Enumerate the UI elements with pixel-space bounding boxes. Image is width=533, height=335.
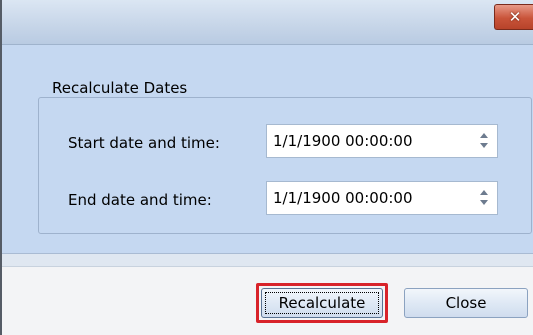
start-date-value[interactable]: 1/1/1900 00:00:00 bbox=[273, 132, 413, 150]
start-date-spinbox[interactable]: 1/1/1900 00:00:00 bbox=[266, 124, 498, 158]
close-button[interactable]: Close bbox=[404, 288, 528, 318]
window-close-button[interactable]: ✕ bbox=[494, 4, 533, 30]
chevron-down-icon[interactable] bbox=[480, 200, 488, 205]
chevron-up-icon[interactable] bbox=[480, 190, 488, 195]
start-date-spin-buttons[interactable] bbox=[477, 130, 491, 152]
end-date-label: End date and time: bbox=[68, 191, 212, 209]
chevron-down-icon[interactable] bbox=[480, 143, 488, 148]
recalculate-button[interactable]: Recalculate bbox=[261, 288, 383, 318]
end-date-value[interactable]: 1/1/1900 00:00:00 bbox=[273, 189, 413, 207]
start-date-label: Start date and time: bbox=[68, 134, 220, 152]
recalculate-dates-dialog: ✕ Recalculate Dates Start date and time:… bbox=[0, 0, 533, 335]
footer-divider-band bbox=[2, 254, 533, 266]
title-bar: ✕ bbox=[2, 0, 533, 45]
end-date-spinbox[interactable]: 1/1/1900 00:00:00 bbox=[266, 181, 498, 215]
chevron-up-icon[interactable] bbox=[480, 133, 488, 138]
close-button-label: Close bbox=[445, 294, 487, 312]
focus-rectangle bbox=[265, 292, 379, 314]
end-date-spin-buttons[interactable] bbox=[477, 187, 491, 209]
groupbox-title: Recalculate Dates bbox=[48, 79, 192, 97]
close-icon: ✕ bbox=[508, 8, 522, 26]
